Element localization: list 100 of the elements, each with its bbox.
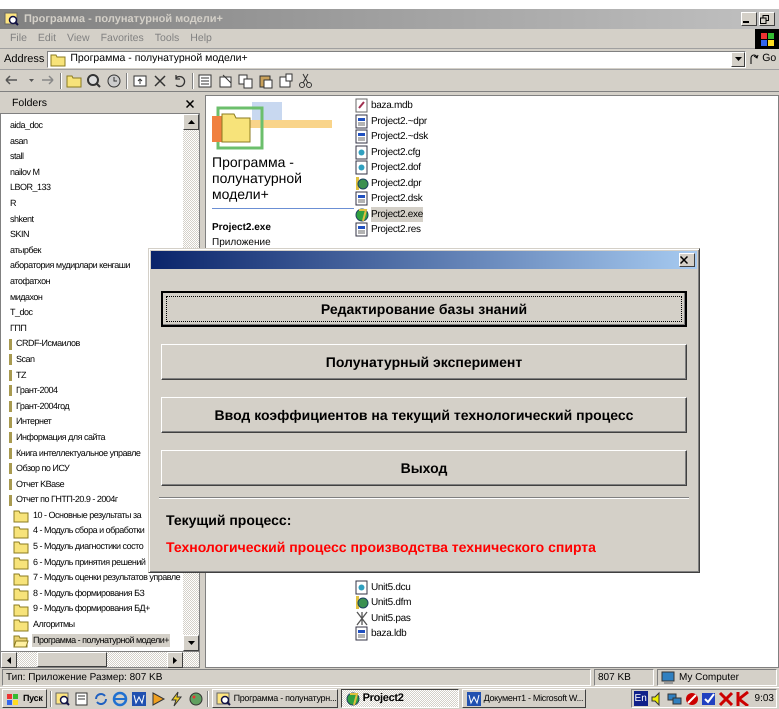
folder-edge-icon: [9, 448, 12, 459]
tree-item[interactable]: 9 - Модуль формирования БД+: [32, 602, 151, 616]
start-button[interactable]: Пуск: [2, 689, 47, 708]
notepad-icon[interactable]: [74, 690, 90, 706]
restore-button[interactable]: [759, 12, 775, 26]
tree-item[interactable]: Книга интеллектуальное управле: [15, 446, 142, 460]
folder-icon: [13, 602, 29, 617]
file-list-entry[interactable]: Project2.cfg: [371, 144, 420, 160]
folder-edge-icon: [9, 416, 12, 428]
tree-item[interactable]: SKIN: [9, 228, 30, 242]
tree-item[interactable]: Программа - полунатурной модели+: [32, 634, 170, 648]
file-list-entry[interactable]: Unit5.dcu: [371, 580, 411, 595]
tree-item[interactable]: TZ: [15, 368, 27, 382]
close-button[interactable]: [186, 100, 194, 108]
tree-item[interactable]: CRDF-Исмаилов: [15, 337, 81, 351]
tree-item[interactable]: nailov M: [9, 166, 41, 180]
tree-item[interactable]: aida_doc: [9, 119, 44, 133]
tree-item[interactable]: 8 - Модуль формирования БЗ: [32, 586, 146, 600]
folder-icon: [13, 586, 29, 602]
tree-item[interactable]: ГПП: [9, 322, 28, 336]
address-field[interactable]: Программа - полунатурной модели+: [47, 50, 746, 68]
tree-item[interactable]: Информация для сайта: [15, 430, 106, 444]
dropdown-button[interactable]: [731, 52, 746, 66]
folder-icon: [13, 508, 29, 524]
tree-item[interactable]: 5 - Модуль диагностики состо: [32, 540, 144, 554]
tree-item[interactable]: stall: [9, 150, 25, 164]
tree-item[interactable]: аборатория мудирлари кенгаши: [9, 259, 132, 273]
tree-item[interactable]: 6 - Модуль принятия решений: [32, 556, 146, 570]
folder-edge-icon: [9, 463, 12, 474]
paste-icon[interactable]: [258, 72, 274, 88]
file-list-entry[interactable]: baza.mdb: [371, 98, 413, 114]
explorer-icon: [4, 11, 20, 27]
language-indicator[interactable]: En: [634, 691, 648, 706]
file-list-entry[interactable]: Project2.res: [371, 222, 421, 238]
k-icon[interactable]: [734, 691, 750, 706]
tree-item[interactable]: Грант-2004год: [15, 400, 70, 414]
tree-item[interactable]: Отчет по ГНТП-20.9 - 2004г: [15, 493, 119, 507]
taskbar-button[interactable]: Программа - полунатурн...: [212, 689, 338, 708]
search-icon[interactable]: [86, 72, 102, 88]
file-list-entry[interactable]: Project2.exe: [371, 206, 423, 222]
history-icon[interactable]: [106, 72, 122, 88]
tree-item[interactable]: shkent: [9, 212, 35, 226]
document-icon: [354, 222, 369, 238]
word-icon[interactable]: [130, 690, 147, 706]
minimize-button[interactable]: [741, 12, 757, 26]
views-icon[interactable]: [198, 72, 214, 88]
menu-button[interactable]: Редактирование базы знаний: [161, 291, 687, 327]
settings-file-icon: [354, 580, 369, 595]
tree-item[interactable]: R: [9, 197, 17, 211]
tree-item[interactable]: Scan: [15, 352, 36, 366]
tree-item[interactable]: атырбек: [9, 244, 42, 258]
taskbar-button[interactable]: Документ1 - Microsoft W...: [462, 689, 586, 708]
cut-icon[interactable]: [298, 72, 314, 88]
file-list-entry[interactable]: Project2.dof: [371, 160, 421, 176]
check-icon[interactable]: [700, 691, 716, 706]
file-list-entry[interactable]: Project2.dsk: [371, 191, 422, 206]
tree-item[interactable]: Грант-2004: [15, 384, 58, 398]
globe-file-icon: [354, 176, 369, 191]
application-icon: [354, 206, 369, 222]
tree-item[interactable]: Отчет KBase: [15, 478, 66, 492]
tree-item[interactable]: Обзор по ИСУ: [15, 462, 70, 476]
delete-icon[interactable]: [152, 72, 168, 88]
tree-item[interactable]: 4 - Модуль сбора и обработки: [32, 524, 146, 538]
file-name: Project2.exe: [212, 221, 272, 235]
file-list-entry[interactable]: baza.ldb: [371, 626, 406, 642]
menu-button[interactable]: Выход: [161, 450, 687, 486]
file-list-entry[interactable]: Project2.~dsk: [371, 129, 428, 144]
explorer-icon[interactable]: [54, 690, 71, 706]
lightning-icon[interactable]: [168, 690, 185, 706]
refresh-icon[interactable]: [92, 690, 109, 706]
file-list-entry[interactable]: Unit5.dfm: [371, 595, 412, 610]
taskbar-button[interactable]: Project2: [340, 689, 459, 708]
go-button[interactable]: Go: [749, 51, 779, 67]
network-icon[interactable]: [666, 691, 682, 706]
tree-item[interactable]: Алгоритмы: [32, 618, 76, 632]
move-icon[interactable]: [278, 72, 294, 88]
menu-button[interactable]: Полунатурный эксперимент: [161, 344, 687, 380]
tree-item[interactable]: LBOR_133: [9, 181, 52, 195]
menu-button[interactable]: Ввод коэффициентов на текущий технологический процесс: [161, 397, 687, 433]
tree-item[interactable]: asan: [9, 134, 29, 148]
file-list-entry[interactable]: Project2.dpr: [371, 176, 422, 191]
folder-edge-icon: [9, 432, 12, 444]
folder-title: Программа - полунатурной модели+: [212, 154, 354, 209]
copy-icon[interactable]: [238, 72, 254, 88]
tree-item[interactable]: атофатхон: [9, 274, 52, 288]
tree-item[interactable]: 10 - Основные результаты за: [32, 508, 142, 522]
file-list-entry[interactable]: Unit5.pas: [371, 610, 411, 626]
close-icon: [186, 100, 194, 108]
tree-item[interactable]: мидахон: [9, 290, 44, 304]
horizontal-scrollbar[interactable]: [0, 652, 200, 668]
up-folder-icon[interactable]: [132, 72, 148, 88]
explorer-icon: [216, 691, 231, 706]
tree-item[interactable]: 7 - Модуль оценки результатов управле: [32, 571, 182, 585]
folder-edge-icon: [9, 338, 12, 350]
tree-item[interactable]: Интернет: [15, 415, 52, 429]
tree-item[interactable]: T_doc: [9, 306, 34, 320]
document-icon: [354, 191, 369, 206]
browser-icon[interactable]: [112, 690, 128, 706]
file-list-entry[interactable]: Project2.~dpr: [371, 114, 427, 129]
folder-edge-icon: [9, 478, 12, 490]
